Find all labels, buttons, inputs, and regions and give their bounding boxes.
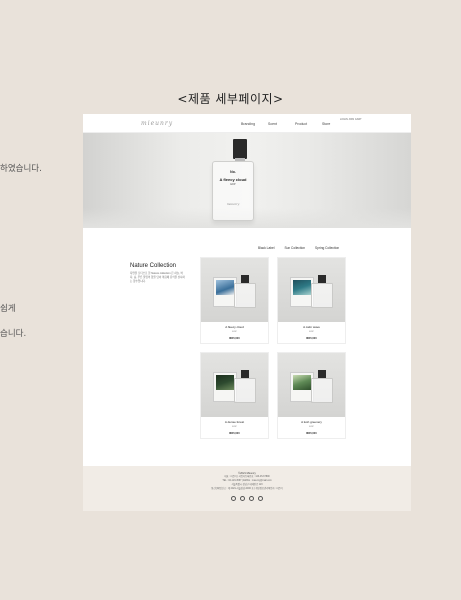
product-bottle bbox=[234, 283, 256, 308]
instagram-icon[interactable] bbox=[231, 496, 236, 501]
product-sub: EDP bbox=[232, 331, 237, 333]
side-text-1: 하였습니다. bbox=[0, 164, 42, 174]
product-name: A fleecy cloud bbox=[225, 325, 244, 329]
box-art bbox=[293, 375, 311, 390]
footer-line: TEL : 02-123-4567 | EMAIL : mieunry@mail… bbox=[222, 480, 272, 482]
product-sub: EDP bbox=[232, 426, 237, 428]
twitter-icon[interactable] bbox=[249, 496, 254, 501]
hero-banner: No. A fleecy cloud EDP mieunry bbox=[83, 133, 411, 228]
side-text-3: 습니다. bbox=[0, 329, 27, 339]
util-links[interactable]: LOGIN JOIN CART bbox=[340, 118, 362, 121]
product-price: ₩45,000 bbox=[306, 432, 317, 435]
product-name: A dense forest bbox=[224, 420, 245, 424]
footer-brand: ©2021 Mieunry bbox=[238, 472, 256, 475]
section-heading: <제품 세부페이지> bbox=[177, 92, 284, 106]
facebook-icon[interactable] bbox=[240, 496, 245, 501]
tab-sun-collection[interactable]: Sun Collection bbox=[284, 246, 305, 250]
menu-item-branding[interactable]: Branding bbox=[241, 122, 268, 126]
brand-logo[interactable]: mieunry bbox=[141, 120, 173, 127]
product-detail-page-mockup: mieunry Branding Scent Product Store LOG… bbox=[83, 114, 411, 511]
product-sub: EDP bbox=[309, 426, 314, 428]
tab-spring-collection[interactable]: Spring Collection bbox=[315, 246, 339, 250]
footer-line: 통신판매업신고 : 제 2021-서울강남-0000 호 | 개인정보관리책임자… bbox=[211, 488, 283, 490]
box-art bbox=[216, 375, 234, 390]
product-bottle bbox=[311, 378, 333, 403]
product-card[interactable]: A fleecy cloud EDP ₩45,000 bbox=[200, 257, 269, 344]
menu-item-store[interactable]: Store bbox=[322, 122, 349, 126]
tab-black-label[interactable]: Black Label bbox=[258, 246, 274, 250]
box-art bbox=[293, 280, 311, 295]
product-bottle bbox=[234, 378, 256, 403]
product-card[interactable]: A lush greenery EDP ₩45,000 bbox=[277, 352, 346, 439]
menu-item-product[interactable]: Product bbox=[295, 122, 322, 126]
menu-item-scent[interactable]: Scent bbox=[268, 122, 295, 126]
collection-description: 자연을 모티브로 한 Nature collection 은 하늘, 바다, 숲… bbox=[130, 272, 185, 283]
product-photo bbox=[201, 353, 268, 417]
bottle-sub: EDP bbox=[230, 183, 236, 186]
product-name: A calm wave bbox=[303, 325, 320, 329]
product-photo bbox=[278, 353, 345, 417]
bottle-number: No. bbox=[230, 170, 236, 174]
box-art bbox=[216, 280, 234, 295]
product-price: ₩45,000 bbox=[229, 432, 240, 435]
product-card[interactable]: A dense forest EDP ₩45,000 bbox=[200, 352, 269, 439]
product-card[interactable]: A calm wave EDP ₩45,000 bbox=[277, 257, 346, 344]
footer-line: 서울특별시 강남구 테헤란로 123 bbox=[231, 484, 263, 486]
collection-title: Nature Collection bbox=[130, 263, 177, 269]
side-text-2: 쉽게 bbox=[0, 304, 16, 314]
perfume-bottle-image: No. A fleecy cloud EDP mieunry bbox=[212, 161, 254, 221]
bottle-name: A fleecy cloud bbox=[219, 177, 247, 182]
product-sub: EDP bbox=[309, 331, 314, 333]
youtube-icon[interactable] bbox=[258, 496, 263, 501]
social-icons bbox=[83, 496, 411, 501]
product-photo bbox=[278, 258, 345, 322]
footer-line: 대표 : 미은리 | 사업자등록번호 : 123-45-67890 bbox=[224, 476, 270, 478]
product-name: A lush greenery bbox=[301, 420, 322, 424]
product-price: ₩45,000 bbox=[229, 337, 240, 340]
product-price: ₩45,000 bbox=[306, 337, 317, 340]
top-nav: mieunry Branding Scent Product Store LOG… bbox=[83, 114, 411, 133]
main-menu: Branding Scent Product Store bbox=[241, 122, 349, 126]
collection-tabs: Black Label Sun Collection Spring Collec… bbox=[258, 246, 339, 250]
bottle-cap bbox=[233, 139, 247, 159]
product-bottle bbox=[311, 283, 333, 308]
bottle-logo: mieunry bbox=[226, 202, 240, 206]
product-photo bbox=[201, 258, 268, 322]
site-footer: ©2021 Mieunry 대표 : 미은리 | 사업자등록번호 : 123-4… bbox=[83, 466, 411, 511]
